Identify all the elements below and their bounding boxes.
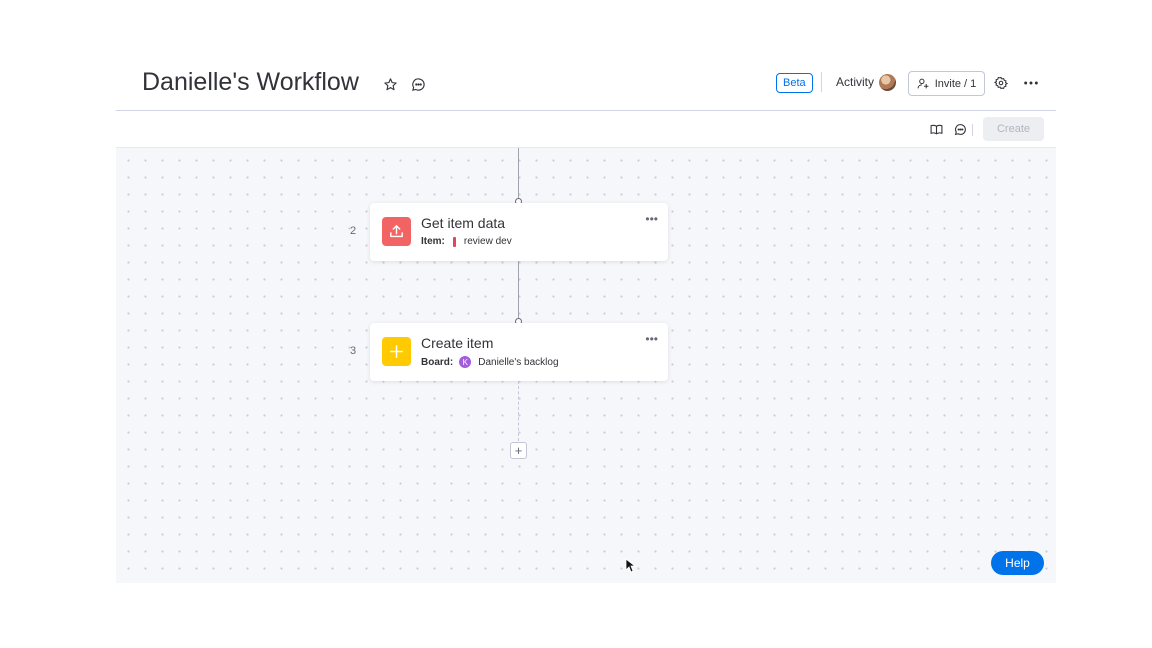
workflow-canvas[interactable]: 2 Get item data Item: review dev ••• 3 C… [116,148,1056,583]
step-number: 2 [350,225,357,237]
step-card-get-item-data[interactable]: Get item data Item: review dev ••• [370,203,668,261]
workflow-editor: Danielle's Workflow Beta Activity Invite… [116,64,1056,583]
avatar[interactable] [879,74,896,91]
chat-icon[interactable] [409,75,427,93]
more-icon[interactable]: ••• [645,212,658,226]
step-card-create-item[interactable]: Create item Board: K Danielle's backlog … [370,323,668,381]
workflow-title[interactable]: Danielle's Workflow [142,68,359,97]
user-add-icon [917,77,930,90]
invite-label: Invite / 1 [934,77,977,90]
beta-badge: Beta [776,73,813,93]
more-icon[interactable] [1022,74,1040,92]
step-detail-label: Item: [421,236,445,247]
chat-icon[interactable] [953,122,967,136]
step-detail: Item: review dev [421,236,512,247]
invite-button[interactable]: Invite / 1 [908,71,985,96]
activity-link[interactable]: Activity [836,75,874,89]
cursor-icon [625,558,637,578]
board-badge: K [459,356,472,368]
item-color-marker [452,236,456,247]
step-title: Get item data [421,215,506,231]
editor-toolbar: Create [116,111,1056,148]
step-title: Create item [421,335,494,351]
create-button[interactable]: Create [983,117,1044,141]
header-divider [821,72,822,92]
upload-icon [382,217,411,246]
step-detail-value[interactable]: Danielle's backlog [478,357,558,368]
step-detail: Board: K Danielle's backlog [421,356,559,368]
step-detail-value[interactable]: review dev [464,236,512,247]
step-number: 3 [350,345,357,357]
plus-icon [382,337,411,366]
workflow-header: Danielle's Workflow Beta Activity Invite… [116,64,1056,111]
toolbar-divider [972,124,973,136]
help-button[interactable]: Help [991,551,1044,575]
connector-line [518,148,519,198]
book-icon[interactable] [929,122,943,136]
connector-line-dashed [518,381,519,441]
gear-icon[interactable] [992,74,1010,92]
step-detail-label: Board: [421,356,454,368]
star-icon[interactable] [381,75,399,93]
add-step-button[interactable]: + [510,442,527,459]
more-icon[interactable]: ••• [645,332,658,346]
connector-line [518,261,519,318]
